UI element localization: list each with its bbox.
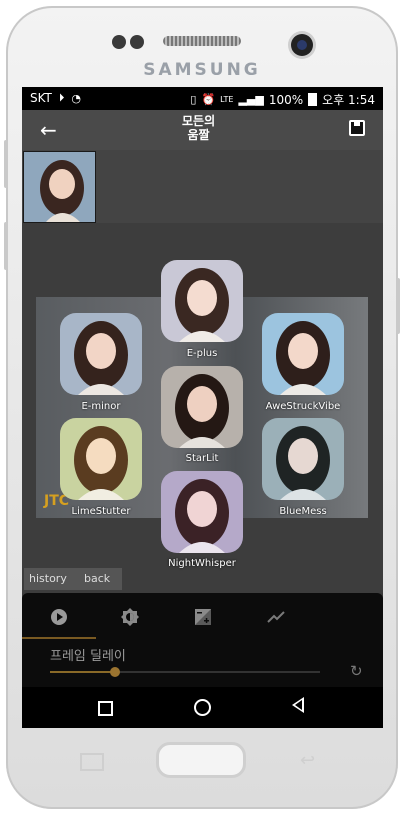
filter-tile-nightwhisper[interactable]	[161, 471, 243, 553]
battery-percent: 100%	[268, 92, 304, 107]
app-bar: ← 모든의 움짤	[22, 110, 383, 150]
earpiece-speaker	[163, 36, 241, 46]
portrait-image	[24, 152, 95, 222]
portrait-image	[262, 418, 344, 500]
signal-icon: ▂▄▆	[238, 93, 264, 106]
portrait-image	[262, 313, 344, 395]
alarm-icon: ⏰	[201, 93, 216, 106]
filter-tile-awestruckvibe[interactable]	[262, 313, 344, 395]
logo-line-1: 모든의	[182, 114, 216, 128]
recents-icon[interactable]	[98, 701, 113, 716]
frame-strip	[22, 150, 383, 223]
frame-thumbnail[interactable]	[23, 151, 96, 223]
filter-label: LimeStutter	[71, 506, 131, 517]
screen: SKT ⏵ ◔ ▯ ⏰ LTE ▂▄▆ 100% 오후 1:54 ← 모든의 움…	[22, 87, 383, 728]
filter-label: StarLit	[185, 453, 219, 464]
portrait-image	[161, 260, 243, 342]
hardware-home-button[interactable]	[156, 742, 246, 778]
home-icon[interactable]	[194, 699, 211, 716]
back-button[interactable]: back	[72, 568, 123, 590]
carrier-label: SKT	[30, 91, 52, 105]
vibrate-icon: ▯	[190, 93, 197, 106]
filter-tile-bluemess[interactable]	[262, 418, 344, 500]
portrait-image	[60, 418, 142, 500]
filter-tile-e-minor[interactable]	[60, 313, 142, 395]
frame-delay-slider[interactable]	[50, 667, 320, 677]
brightness-icon[interactable]	[120, 607, 140, 627]
exposure-icon[interactable]	[193, 607, 213, 627]
trend-icon[interactable]	[266, 607, 286, 627]
filter-tile-limestutter[interactable]	[60, 418, 142, 500]
filter-tile-e-plus[interactable]	[161, 260, 243, 342]
slider-knob[interactable]	[109, 667, 120, 677]
portrait-image	[60, 313, 142, 395]
filter-label: NightWhisper	[168, 558, 236, 569]
network-label: LTE	[220, 95, 234, 104]
hardware-back-icon[interactable]: ↩	[300, 750, 315, 771]
control-panel: 프레임 딜레이 ↻	[22, 593, 383, 687]
back-triangle-icon[interactable]	[292, 697, 304, 713]
logo-line-2: 움짤	[187, 128, 210, 142]
sensor-dot	[130, 35, 144, 49]
play-icon[interactable]	[49, 607, 69, 627]
filter-tile-starlit[interactable]	[161, 366, 243, 448]
media-play-icon: ⏵	[58, 91, 65, 104]
filter-label: BlueMess	[279, 506, 327, 517]
front-camera	[291, 34, 313, 56]
reset-icon[interactable]: ↻	[350, 662, 363, 680]
android-nav-bar	[22, 687, 383, 728]
volume-button-2	[4, 222, 8, 270]
slider-fill	[50, 671, 115, 673]
filter-preview-area: JTC E-minor E-plus AweStruckVibe StarLit…	[22, 223, 383, 593]
frame-delay-label: 프레임 딜레이	[50, 649, 126, 664]
volume-button	[4, 140, 8, 188]
save-icon[interactable]	[349, 120, 365, 136]
wifi-icon: ◔	[71, 91, 81, 105]
battery-icon	[308, 93, 318, 106]
filter-label: AweStruckVibe	[265, 401, 341, 412]
arrow-left-icon[interactable]: ←	[40, 118, 57, 142]
clock: 오후 1:54	[322, 93, 375, 107]
portrait-image	[161, 471, 243, 553]
power-button	[396, 278, 400, 334]
app-logo: 모든의 움짤	[182, 114, 215, 142]
filter-label: E-plus	[186, 348, 218, 359]
active-tab-indicator	[22, 637, 96, 639]
history-button[interactable]: history	[24, 568, 72, 590]
status-bar: SKT ⏵ ◔ ▯ ⏰ LTE ▂▄▆ 100% 오후 1:54	[22, 87, 383, 110]
hardware-recents-icon[interactable]	[80, 753, 104, 771]
filter-label: E-minor	[81, 401, 121, 412]
brand-logo: SAMSUNG	[143, 60, 261, 80]
sensor-dot	[112, 35, 126, 49]
portrait-image	[161, 366, 243, 448]
